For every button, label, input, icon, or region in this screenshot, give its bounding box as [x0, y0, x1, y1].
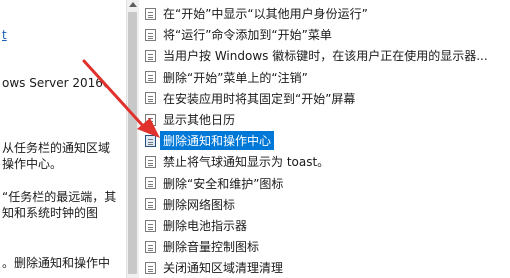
description-line-1: ows Server 2016、 [2, 76, 115, 90]
policy-label: 删除电池指示器 [163, 219, 248, 233]
policy-row[interactable]: 删除音量控制图标 [139, 236, 510, 257]
policy-row[interactable]: 当用户按 Windows 徽标键时，在该用户正在使用的显示器... [139, 45, 510, 66]
policy-label: 显示其他日历 [163, 113, 236, 127]
policy-row[interactable]: 删除“安全和维护”图标 [139, 173, 510, 194]
policy-label: 删除“安全和维护”图标 [163, 176, 284, 191]
policy-label: 删除“开始”菜单上的“注销” [163, 70, 308, 85]
description-line-5: 知和系统时钟的图 [2, 206, 99, 220]
policy-setting-icon [145, 134, 156, 147]
policy-row[interactable]: 删除网络图标 [139, 194, 510, 215]
list-scrollbar[interactable] [126, 0, 139, 278]
policy-setting-icon [145, 7, 156, 20]
policy-row[interactable]: 关闭通知区域清理清理 [139, 257, 510, 278]
policy-setting-icon [145, 49, 156, 62]
description-line-2: 从任务栏的通知区域 [2, 141, 111, 155]
description-pane: t ows Server 2016、 从任务栏的通知区域 操作中心。 “任务栏的… [0, 0, 126, 278]
policy-label: 删除网络图标 [163, 197, 236, 212]
policy-row[interactable]: 显示其他日历 [139, 109, 510, 130]
policy-row[interactable]: 删除“开始”菜单上的“注销” [139, 67, 510, 88]
policy-label: 当用户按 Windows 徽标键时，在该用户正在使用的显示器... [163, 49, 488, 64]
policy-setting-icon [145, 219, 156, 232]
description-line-6: 。删除通知和操作中 [2, 256, 111, 270]
policy-label: 删除音量控制图标 [163, 240, 260, 255]
policy-row[interactable]: 在“开始”中显示“以其他用户身份运行” [139, 3, 510, 24]
policy-setting-icon [145, 28, 156, 41]
policy-setting-icon [145, 177, 156, 190]
policy-row[interactable]: 删除电池指示器 [139, 215, 510, 236]
policy-setting-icon [145, 155, 156, 168]
scroll-thumb[interactable] [128, 12, 137, 274]
policy-setting-icon [145, 113, 156, 126]
policy-label: 在“开始”中显示“以其他用户身份运行” [163, 7, 368, 21]
description-line-4: “任务栏的最远端，其 [2, 190, 117, 204]
policy-label: 在安装应用时将其固定到“开始”屏幕 [163, 91, 356, 106]
policy-label: 关闭通知区域清理清理 [163, 261, 284, 276]
description-line-3: 操作中心。 [2, 157, 63, 171]
description-link[interactable]: t [2, 28, 7, 42]
policy-label: 将“运行”命令添加到“开始”菜单 [163, 28, 332, 43]
policy-setting-icon [145, 261, 156, 274]
policy-label: 删除通知和操作中心 [160, 131, 275, 151]
policy-row[interactable]: 在安装应用时将其固定到“开始”屏幕 [139, 88, 510, 109]
policy-setting-icon [145, 198, 156, 211]
scroll-up-arrow-icon[interactable] [129, 2, 137, 7]
policy-setting-icon [145, 92, 156, 105]
policy-row[interactable]: 禁止将气球通知显示为 toast。 [139, 151, 510, 172]
policy-list: 在“开始”中显示“以其他用户身份运行” 将“运行”命令添加到“开始”菜单当用户按 … [139, 0, 510, 278]
policy-label: 禁止将气球通知显示为 toast。 [163, 155, 330, 170]
policy-row[interactable]: 删除通知和操作中心 [139, 130, 510, 151]
policy-row[interactable]: 将“运行”命令添加到“开始”菜单 [139, 24, 510, 45]
policy-setting-icon [145, 240, 156, 253]
policy-setting-icon [145, 71, 156, 84]
